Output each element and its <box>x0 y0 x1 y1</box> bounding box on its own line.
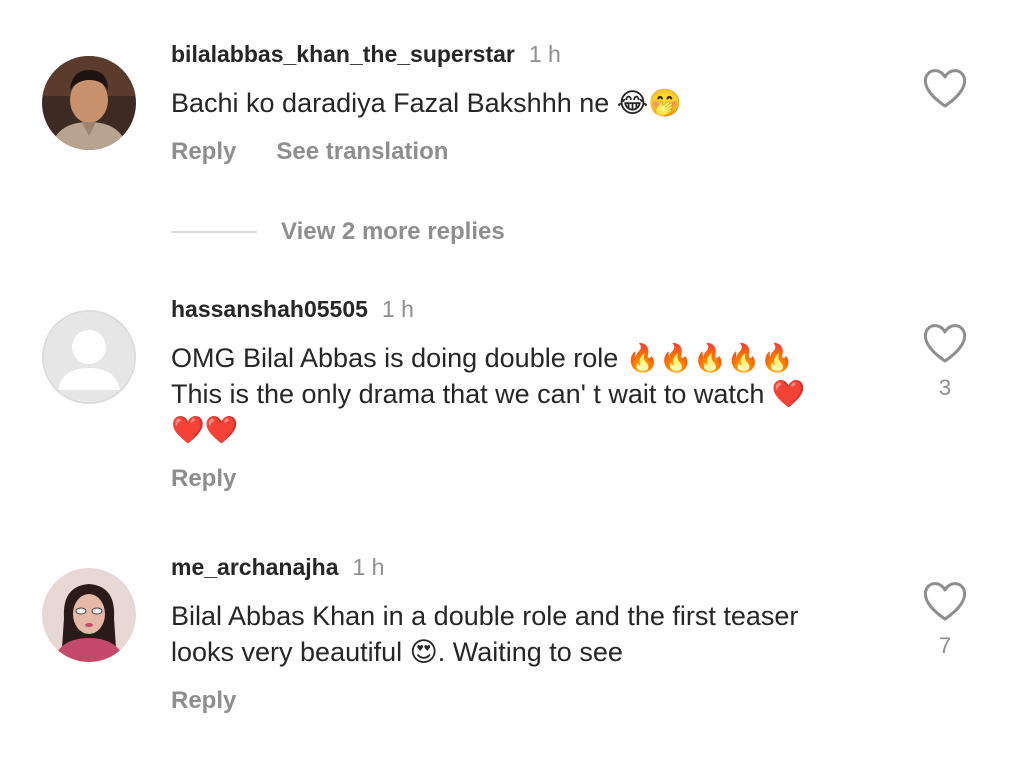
like-heart-icon[interactable] <box>922 67 968 109</box>
avatar[interactable] <box>42 56 136 150</box>
view-more-replies-label[interactable]: View 2 more replies <box>281 218 505 245</box>
reply-button[interactable]: Reply <box>171 687 236 714</box>
username[interactable]: bilalabbas_khan_the_superstar <box>171 41 515 67</box>
comment-text-line: looks very beautiful 😍. Waiting to see <box>171 637 623 667</box>
reply-button[interactable]: Reply <box>171 465 236 492</box>
username[interactable]: hassanshah05505 <box>171 296 368 322</box>
comment-text-line: This is the only drama that we can' t wa… <box>171 379 806 409</box>
avatar-default[interactable] <box>42 310 136 404</box>
timestamp: 1 h <box>528 41 561 67</box>
reply-button[interactable]: Reply <box>171 138 236 165</box>
like-heart-icon[interactable] <box>922 580 968 622</box>
comment-text-line: ❤️❤️ <box>171 415 239 445</box>
see-translation-button[interactable]: See translation <box>276 138 448 165</box>
like-heart-icon[interactable] <box>922 322 968 364</box>
timestamp: 1 h <box>381 296 414 322</box>
like-count: 3 <box>938 375 952 400</box>
comment-text: Bachi ko daradiya Fazal Bakshhh ne 😂🤭 <box>171 88 682 118</box>
like-count: 7 <box>938 633 952 658</box>
username[interactable]: me_archanajha <box>171 554 338 580</box>
view-more-replies[interactable]: View 2 more replies <box>171 218 505 254</box>
comment-text-line: Bilal Abbas Khan in a double role and th… <box>171 601 799 631</box>
timestamp: 1 h <box>352 554 385 580</box>
divider-line <box>171 231 257 233</box>
comment-text-line: OMG Bilal Abbas is doing double role 🔥🔥🔥… <box>171 343 794 373</box>
avatar[interactable] <box>42 568 136 662</box>
